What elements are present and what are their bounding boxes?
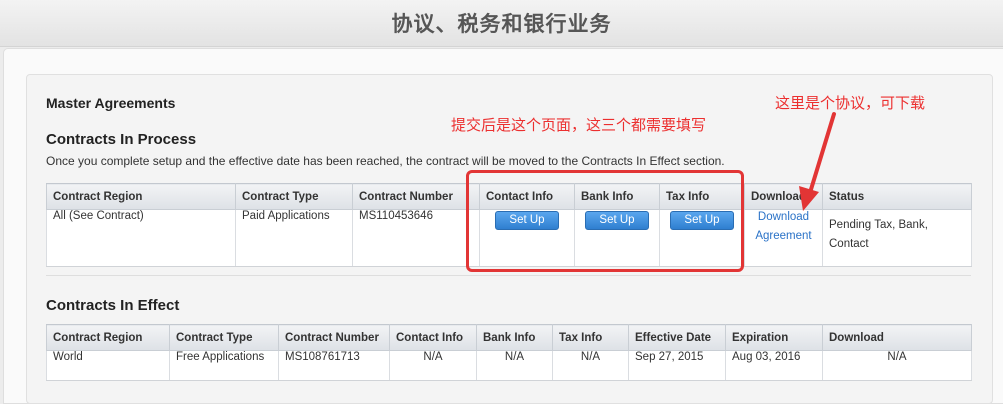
table-row: World Free Applications MS108761713 N/A … (46, 350, 972, 381)
contracts-in-effect-heading: Contracts In Effect (46, 297, 180, 314)
contract-number-cell: MS110453646 (352, 209, 480, 267)
status-text-line1: Pending Tax, Bank, (829, 219, 928, 231)
expiration-cell: Aug 03, 2016 (725, 350, 823, 381)
contract-type-cell: Paid Applications (235, 209, 353, 267)
status-cell: Pending Tax, Bank, Contact (822, 209, 972, 267)
contract-region-cell: World (46, 350, 170, 381)
column-header: Contract Region (46, 183, 236, 210)
column-header: Contract Number (352, 183, 480, 210)
column-header: Contract Region (46, 324, 170, 351)
contracts-in-effect-table: Contract Region Contract Type Contract N… (46, 324, 972, 381)
page-header: 协议、税务和银行业务 (0, 0, 1003, 47)
annotation-highlight-box (466, 170, 744, 272)
column-header: Contact Info (389, 324, 477, 351)
column-header: Effective Date (628, 324, 726, 351)
contract-type-cell: Free Applications (169, 350, 279, 381)
master-agreements-heading: Master Agreements (46, 95, 176, 111)
table-header-row: Contract Region Contract Type Contract N… (46, 324, 972, 351)
contract-region-cell: All (See Contract) (46, 209, 236, 267)
annotation-arrow-icon (799, 112, 836, 211)
annotation-note-left: 提交后是这个页面，这三个都需要填写 (451, 117, 707, 134)
column-header: Contract Number (278, 324, 390, 351)
bank-info-cell: N/A (476, 350, 553, 381)
tax-info-cell: N/A (552, 350, 629, 381)
column-header: Tax Info (552, 324, 629, 351)
section-divider (46, 275, 971, 276)
contract-number-cell: MS108761713 (278, 350, 390, 381)
column-header: Contract Type (169, 324, 279, 351)
contact-info-cell: N/A (389, 350, 477, 381)
column-header: Expiration (725, 324, 823, 351)
column-header: Bank Info (476, 324, 553, 351)
page-title: 协议、税务和银行业务 (391, 13, 612, 36)
status-text-line2: Contact (829, 238, 869, 250)
download-link-line2[interactable]: Agreement (755, 230, 811, 242)
column-header: Contract Type (235, 183, 353, 210)
download-cell: Download Agreement (744, 209, 823, 267)
effective-date-cell: Sep 27, 2015 (628, 350, 726, 381)
contracts-in-process-description: Once you complete setup and the effectiv… (46, 154, 725, 168)
column-header: Download (822, 324, 972, 351)
download-cell: N/A (822, 350, 972, 381)
contracts-in-process-heading: Contracts In Process (46, 131, 197, 148)
